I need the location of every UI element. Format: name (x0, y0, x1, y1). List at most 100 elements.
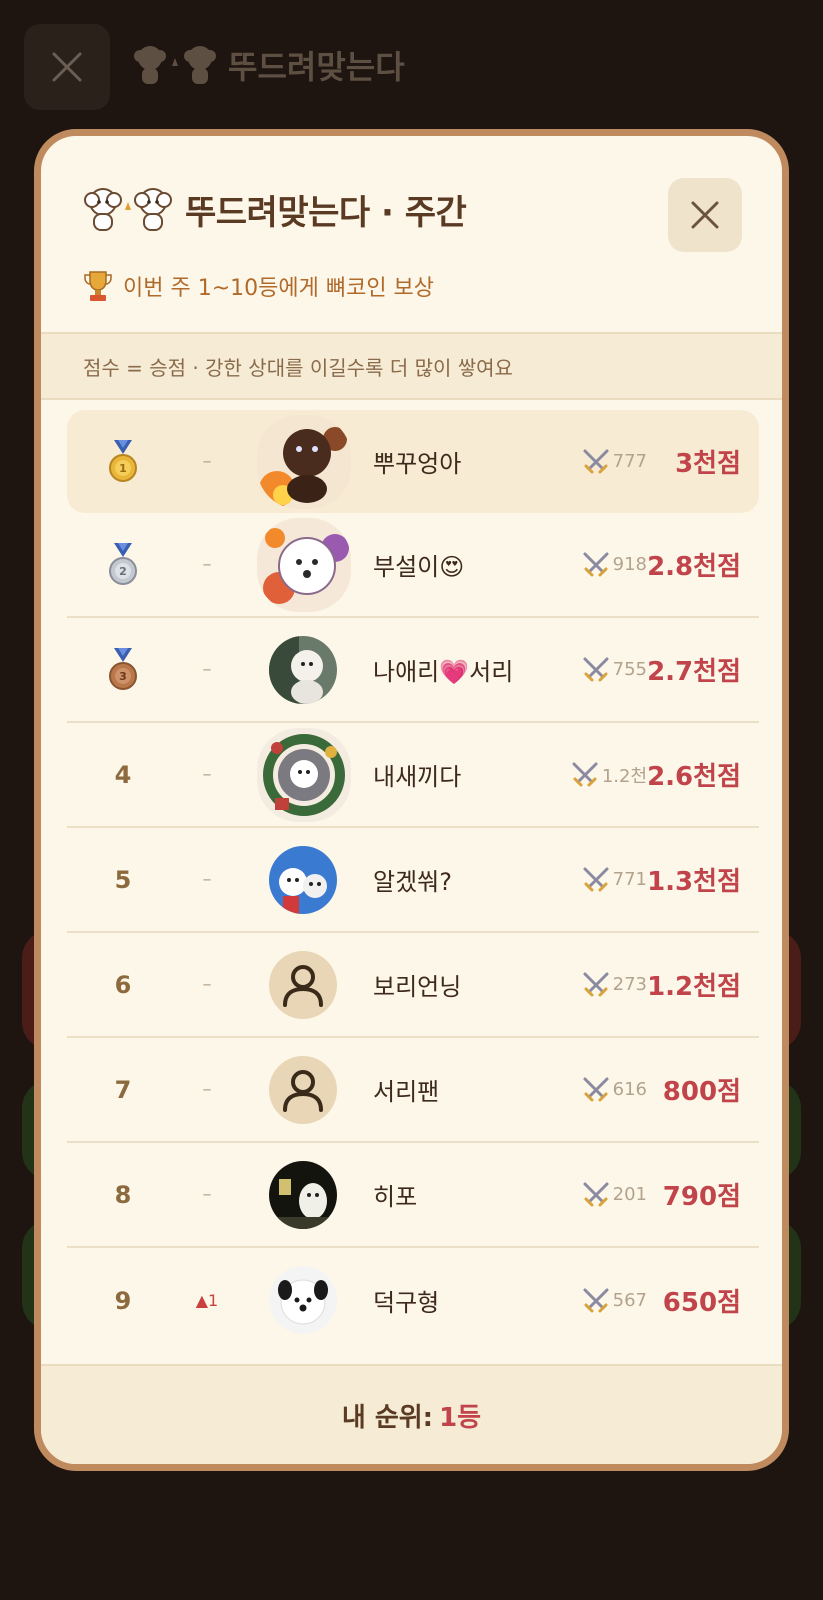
score: 2.8천점 (647, 552, 741, 582)
ranking-row[interactable]: 2 – 부설이😍 918 2.8천점 (67, 513, 759, 618)
silver-medal-icon: 2 (109, 542, 137, 585)
score: 790점 (662, 1182, 741, 1212)
background-title: 뚜드려맞는다 (132, 40, 405, 90)
battle-count: 777 (581, 410, 647, 513)
score: 3천점 (675, 449, 741, 479)
battle-count: 616 (581, 1038, 647, 1141)
battle-count-text: 273 (612, 974, 647, 995)
avatar[interactable] (257, 415, 351, 509)
score: 650점 (662, 1288, 741, 1318)
ranking-list: 1 – 뿌꾸엉아 777 3천점 2 – 부설이😍 918 2.8천점 3 – … (67, 410, 759, 1353)
ranking-row[interactable]: 3 – 나애리💗서리 755 2.7천점 (67, 618, 759, 723)
player-name: 보리언닝 (373, 973, 462, 1001)
battle-count: 918 (581, 513, 647, 616)
reward-info: 이번 주 1~10등에게 뼈코인 보상 (83, 266, 434, 306)
default-user-icon (283, 965, 323, 1007)
rank-change: – (202, 764, 212, 785)
background-close-button[interactable] (24, 24, 110, 110)
crossed-swords-icon (572, 762, 598, 786)
modal-title-text: 뚜드려맞는다 · 주간 (185, 192, 467, 233)
avatar[interactable] (269, 636, 337, 704)
rank-change: – (202, 659, 212, 680)
score-notice: 점수 = 승점 · 강한 상대를 이길수록 더 많이 쌓여요 (41, 332, 782, 400)
player-name: 나애리💗서리 (373, 658, 514, 686)
close-button[interactable] (668, 178, 742, 252)
avatar[interactable] (269, 1161, 337, 1229)
battle-count: 567 (581, 1248, 647, 1353)
close-icon (52, 52, 82, 82)
ranking-row[interactable]: 9 ▲1 덕구형 567 650점 (67, 1248, 759, 1353)
bronze-medal-icon: 3 (109, 647, 137, 690)
player-name: 내새끼다 (373, 763, 462, 791)
rank-medal: 2 (97, 513, 149, 616)
trophy-icon (84, 271, 112, 301)
my-rank-label: 내 순위: (341, 1402, 434, 1433)
rank-change: – (202, 1184, 212, 1205)
ranking-row[interactable]: 7 – 서리팬 616 800점 (67, 1038, 759, 1143)
rank-number: 7 (114, 1075, 132, 1104)
battle-count-text: 777 (612, 451, 647, 472)
background-title-text: 뚜드려맞는다 (228, 48, 405, 86)
rank-number: 8 (114, 1180, 132, 1209)
ranking-row[interactable]: 8 – 히포 201 790점 (67, 1143, 759, 1248)
modal-title: 뚜드려맞는다 · 주간 (83, 184, 467, 234)
battle-count: 755 (581, 618, 647, 721)
background-header: 뚜드려맞는다 (0, 0, 823, 130)
dog-mascot-icon (84, 188, 172, 231)
profile-photo (257, 728, 351, 822)
player-name: 뿌꾸엉아 (373, 450, 462, 478)
battle-count-text: 616 (612, 1079, 647, 1100)
avatar[interactable] (257, 728, 351, 822)
gold-medal-icon: 1 (109, 439, 137, 482)
score: 1.2천점 (647, 972, 741, 1002)
ranking-row[interactable]: 5 – 알겠쒀? 771 1.3천점 (67, 828, 759, 933)
avatar[interactable] (269, 1056, 337, 1124)
score: 800점 (662, 1077, 741, 1107)
rank-medal: 1 (97, 410, 149, 513)
player-name: 덕구형 (373, 1289, 440, 1317)
avatar[interactable] (269, 1266, 337, 1334)
rank-number: 5 (114, 865, 132, 894)
rank-change: – (202, 451, 212, 472)
crossed-swords-icon (583, 1182, 609, 1206)
ranking-row[interactable]: 4 – 내새끼다 1.2천 2.6천점 (67, 723, 759, 828)
avatar[interactable] (269, 951, 337, 1019)
leaderboard-modal: 뚜드려맞는다 · 주간 이번 주 1~10등에게 뼈코인 보상 점수 = 승점 … (34, 129, 789, 1471)
ranking-row[interactable]: 6 – 보리언닝 273 1.2천점 (67, 933, 759, 1038)
battle-count-text: 771 (612, 869, 647, 890)
crossed-swords-icon (583, 1077, 609, 1101)
svg-text:1: 1 (119, 462, 127, 475)
default-user-icon (283, 1070, 323, 1112)
svg-text:3: 3 (119, 670, 127, 683)
battle-count: 1.2천 (570, 723, 647, 826)
dog-mascot-icon (134, 46, 216, 84)
battle-count-text: 755 (612, 659, 647, 680)
avatar[interactable] (269, 846, 337, 914)
reward-text: 이번 주 1~10등에게 뼈코인 보상 (123, 276, 435, 301)
rank-number: 6 (114, 970, 132, 999)
rank-medal: 3 (97, 618, 149, 721)
close-icon (691, 201, 719, 229)
player-name: 히포 (373, 1183, 418, 1211)
profile-photo (269, 1266, 337, 1334)
rank-change: – (202, 869, 212, 890)
battle-count-text: 567 (612, 1290, 647, 1311)
my-rank-value: 1등 (439, 1402, 482, 1433)
avatar[interactable] (257, 518, 351, 612)
ranking-row[interactable]: 1 – 뿌꾸엉아 777 3천점 (67, 410, 759, 513)
player-name: 알겠쒀? (373, 868, 452, 896)
rank-number: 9 (114, 1286, 132, 1315)
profile-photo (257, 415, 351, 509)
score: 2.7천점 (647, 657, 741, 687)
profile-photo (269, 636, 337, 704)
rank-number: 4 (114, 760, 132, 789)
battle-count: 771 (581, 828, 647, 931)
battle-count: 273 (581, 933, 647, 1036)
battle-count: 201 (581, 1143, 647, 1246)
profile-photo (269, 1161, 337, 1229)
crossed-swords-icon (583, 657, 609, 681)
profile-photo (269, 846, 337, 914)
svg-text:2: 2 (119, 565, 127, 578)
crossed-swords-icon (583, 1288, 609, 1312)
battle-count-text: 1.2천 (601, 765, 647, 787)
